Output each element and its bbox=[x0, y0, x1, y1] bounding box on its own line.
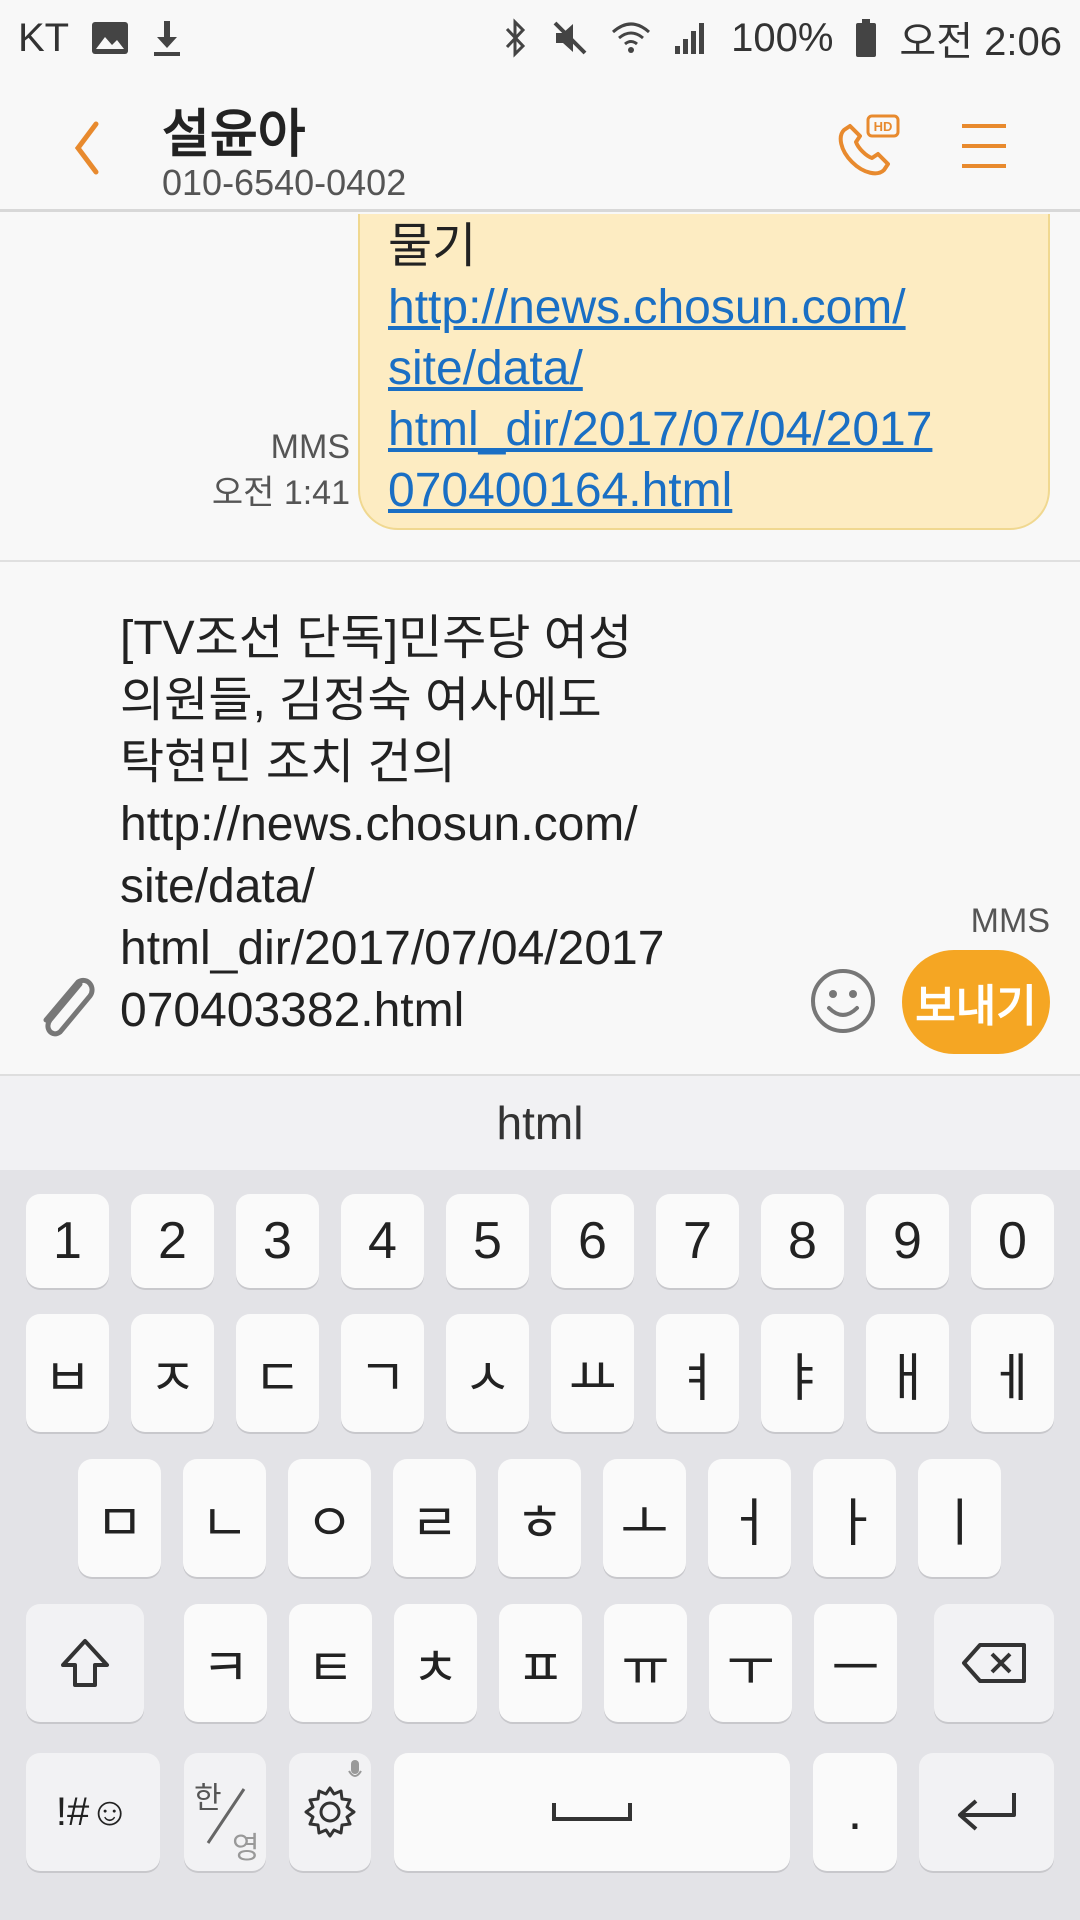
letter-key[interactable]: ㅐ bbox=[866, 1314, 949, 1432]
menu-button[interactable] bbox=[958, 118, 1010, 174]
settings-key[interactable] bbox=[289, 1753, 371, 1871]
letter-key[interactable]: ㅣ bbox=[918, 1459, 1001, 1577]
number-key[interactable]: 2 bbox=[131, 1194, 214, 1288]
settings-icon bbox=[304, 1786, 356, 1838]
message-link[interactable]: 070400164.html bbox=[388, 460, 1022, 521]
shift-icon bbox=[61, 1639, 109, 1687]
period-key[interactable]: . bbox=[813, 1753, 897, 1871]
space-key[interactable] bbox=[394, 1753, 790, 1871]
number-key[interactable]: 1 bbox=[26, 1194, 109, 1288]
message-link[interactable]: http://news.chosun.com/ bbox=[388, 277, 1022, 338]
letter-key[interactable]: ㅋ bbox=[184, 1604, 267, 1722]
letter-key[interactable]: ㅇ bbox=[288, 1459, 371, 1577]
letter-key[interactable]: ㅜ bbox=[709, 1604, 792, 1722]
carrier-label: KT bbox=[18, 15, 70, 60]
number-key[interactable]: 4 bbox=[341, 1194, 424, 1288]
letter-key[interactable]: ㅎ bbox=[498, 1459, 581, 1577]
mic-icon bbox=[348, 1760, 362, 1777]
letter-key[interactable]: ㅁ bbox=[78, 1459, 161, 1577]
letter-key[interactable]: ㅍ bbox=[499, 1604, 582, 1722]
shift-key[interactable] bbox=[26, 1604, 144, 1722]
lang-english-label: 영 bbox=[232, 1832, 260, 1865]
enter-key[interactable] bbox=[919, 1753, 1054, 1871]
battery-icon bbox=[855, 18, 877, 58]
status-bar: KT 100% 오전 2:06 bbox=[0, 0, 1080, 76]
number-key[interactable]: 9 bbox=[866, 1194, 949, 1288]
message-type-label: MMS bbox=[970, 902, 1050, 940]
letter-key[interactable]: ㅠ bbox=[604, 1604, 687, 1722]
emoji-icon bbox=[811, 969, 875, 1033]
back-button[interactable] bbox=[66, 116, 116, 180]
wifi-icon bbox=[611, 20, 651, 56]
send-button[interactable]: 보내기 bbox=[902, 950, 1050, 1054]
keyboard: 1234567890 ㅂㅈㄷㄱㅅㅛㅕㅑㅐㅔㅁㄴㅇㄹㅎㅗㅓㅏㅣㅋㅌㅊㅍㅠㅜㅡ !#☺… bbox=[0, 1170, 1080, 1920]
image-icon bbox=[91, 21, 129, 55]
number-key[interactable]: 0 bbox=[971, 1194, 1054, 1288]
message-input[interactable]: [TV조선 단독]민주당 여성 의원들, 김정숙 여사에도 탁현민 조치 건의 … bbox=[120, 608, 760, 1042]
letter-key[interactable]: ㅈ bbox=[131, 1314, 214, 1432]
message-composer: [TV조선 단독]민주당 여성 의원들, 김정숙 여사에도 탁현민 조치 건의 … bbox=[0, 562, 1080, 1074]
message-link[interactable]: site/data/ bbox=[388, 338, 1022, 399]
letter-key[interactable]: ㄴ bbox=[183, 1459, 266, 1577]
letter-key[interactable]: ㅂ bbox=[26, 1314, 109, 1432]
letter-key[interactable]: ㅡ bbox=[814, 1604, 897, 1722]
backspace-key[interactable] bbox=[934, 1604, 1054, 1722]
contact-number: 010-6540-0402 bbox=[162, 162, 407, 203]
hd-call-button[interactable]: HD bbox=[832, 112, 902, 182]
number-key[interactable]: 8 bbox=[761, 1194, 844, 1288]
letter-key[interactable]: ㅓ bbox=[708, 1459, 791, 1577]
bluetooth-icon bbox=[503, 18, 529, 58]
letter-key[interactable]: ㅕ bbox=[656, 1314, 739, 1432]
backspace-icon bbox=[962, 1643, 1026, 1683]
language-key[interactable]: 한 영 bbox=[184, 1753, 266, 1871]
attach-button[interactable] bbox=[32, 962, 102, 1052]
message-link[interactable]: html_dir/2017/07/04/2017 bbox=[388, 399, 1022, 460]
letter-key[interactable]: ㄱ bbox=[341, 1314, 424, 1432]
svg-text:HD: HD bbox=[874, 119, 893, 134]
status-left: KT bbox=[18, 16, 183, 61]
paperclip-icon bbox=[43, 978, 95, 1037]
back-arrow-icon bbox=[74, 121, 99, 175]
space-icon bbox=[552, 1803, 632, 1821]
number-key[interactable]: 7 bbox=[656, 1194, 739, 1288]
message-time: 오전 1:41 bbox=[211, 474, 350, 512]
letter-key[interactable]: ㄹ bbox=[393, 1459, 476, 1577]
contact-name: 설윤아 bbox=[162, 106, 306, 164]
letter-key[interactable]: ㅗ bbox=[603, 1459, 686, 1577]
hd-call-icon: HD bbox=[838, 114, 900, 176]
download-icon bbox=[151, 19, 183, 57]
symbols-key[interactable]: !#☺ bbox=[26, 1753, 160, 1871]
letter-key[interactable]: ㅛ bbox=[551, 1314, 634, 1432]
number-key[interactable]: 3 bbox=[236, 1194, 319, 1288]
number-key[interactable]: 6 bbox=[551, 1194, 634, 1288]
mute-icon bbox=[551, 19, 589, 57]
signal-icon bbox=[673, 20, 709, 56]
word-suggestion[interactable]: html bbox=[0, 1074, 1080, 1170]
enter-icon bbox=[957, 1793, 1016, 1831]
message-type: MMS bbox=[270, 428, 350, 466]
message-text: 물기 bbox=[388, 220, 477, 273]
emoji-button[interactable] bbox=[808, 966, 878, 1036]
letter-key[interactable]: ㅌ bbox=[289, 1604, 372, 1722]
letter-key[interactable]: ㅔ bbox=[971, 1314, 1054, 1432]
letter-key[interactable]: ㅏ bbox=[813, 1459, 896, 1577]
message-list[interactable]: 물기 http://news.chosun.com/ site/data/ ht… bbox=[0, 214, 1080, 560]
letter-key[interactable]: ㄷ bbox=[236, 1314, 319, 1432]
message-meta: MMS 오전 1:41 bbox=[212, 424, 350, 516]
letter-key[interactable]: ㅊ bbox=[394, 1604, 477, 1722]
status-right: 100% 오전 2:06 bbox=[503, 9, 1062, 67]
letter-key[interactable]: ㅑ bbox=[761, 1314, 844, 1432]
menu-icon bbox=[962, 124, 1006, 168]
conversation-header: 설윤아 010-6540-0402 HD bbox=[0, 76, 1080, 212]
battery-percent: 100% bbox=[731, 15, 834, 60]
lang-korean-label: 한 bbox=[194, 1782, 222, 1815]
clock: 오전 2:06 bbox=[899, 20, 1062, 64]
letter-key[interactable]: ㅅ bbox=[446, 1314, 529, 1432]
sent-message-bubble[interactable]: 물기 http://news.chosun.com/ site/data/ ht… bbox=[358, 214, 1050, 530]
number-key[interactable]: 5 bbox=[446, 1194, 529, 1288]
